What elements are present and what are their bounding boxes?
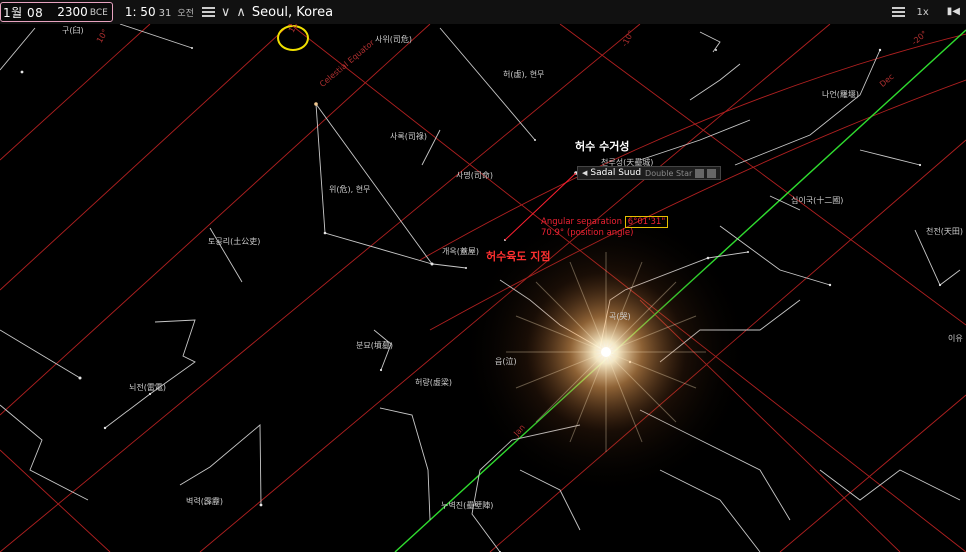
constellation-label: 허량(虛梁) <box>415 378 452 387</box>
measure-label: Angular separation <box>541 217 622 227</box>
menu-icon[interactable] <box>201 7 215 17</box>
annotation-label: 허수육도 지점 <box>486 250 551 263</box>
constellation-label: 천전(天田) <box>926 227 963 236</box>
constellation-label: 뇌전(雷電) <box>129 383 166 392</box>
time-speed[interactable]: 1x <box>917 7 929 18</box>
datetime-box[interactable]: 1월 08 2300 BCE <box>0 2 113 22</box>
time-display[interactable]: 1: 50 <box>125 5 156 19</box>
location-label[interactable]: Seoul, Korea <box>252 5 333 20</box>
constellation-label: 토공리(土公吏) <box>208 237 261 246</box>
pointer-icon: ◀ <box>582 169 588 177</box>
constellation-label: 곡(哭) <box>609 312 631 321</box>
constellation-label: 위(危), 현무 <box>329 185 371 194</box>
constellation-label: 개옥(蓋屋) <box>442 247 479 256</box>
angular-measurement: Angular separation 6°01'31" 70.9° (posit… <box>541 216 669 239</box>
seconds-display: 31 <box>158 7 172 19</box>
constellation-label: 사위(司危) <box>375 35 412 44</box>
position-angle: 70.9° (position angle) <box>541 228 634 238</box>
skip-back-icon[interactable]: ▮◀ <box>947 7 960 17</box>
menu-icon[interactable] <box>891 7 905 17</box>
star-type: Double Star <box>645 168 693 178</box>
constellation-label: 이유 <box>948 334 963 343</box>
chevron-down-icon[interactable]: ∨ <box>221 6 231 19</box>
constellation-label: 벽력(霹靂) <box>186 497 223 506</box>
info-icon[interactable] <box>695 168 705 178</box>
star-name: Sadal Suud <box>590 168 642 178</box>
selected-object-title: 허수 수거성 <box>575 140 630 153</box>
constellation-label: 나언(羅堰) <box>822 90 859 99</box>
ampm-display: 오전 <box>177 9 194 19</box>
measure-value: 6°01'31" <box>624 216 669 228</box>
year-display[interactable]: 2300 <box>57 5 88 19</box>
top-toolbar: 1월 08 2300 BCE 1: 50 31 오전 ∨ ∧ Seoul, Ko… <box>0 0 966 24</box>
constellation-label: 분묘(墳墓) <box>356 341 393 350</box>
constellation-label: 허(虛), 현무 <box>503 70 545 79</box>
close-icon[interactable] <box>707 168 717 178</box>
selected-star-tag[interactable]: ◀ Sadal Suud Double Star <box>577 166 722 180</box>
constellation-label: 사명(司命) <box>456 171 493 180</box>
chevron-up-icon[interactable]: ∧ <box>236 6 246 19</box>
sky-view[interactable] <box>0 0 966 552</box>
constellation-label: 누벽진(壘壁陣) <box>441 501 494 510</box>
constellation-label: 십이국(十二國) <box>791 196 844 205</box>
constellation-label: 구(臼) <box>62 26 84 35</box>
constellation-label: 사록(司祿) <box>390 132 427 141</box>
date-display[interactable]: 1월 08 <box>3 4 43 21</box>
era-display: BCE <box>89 8 108 18</box>
constellation-label: 읍(泣) <box>495 357 517 366</box>
